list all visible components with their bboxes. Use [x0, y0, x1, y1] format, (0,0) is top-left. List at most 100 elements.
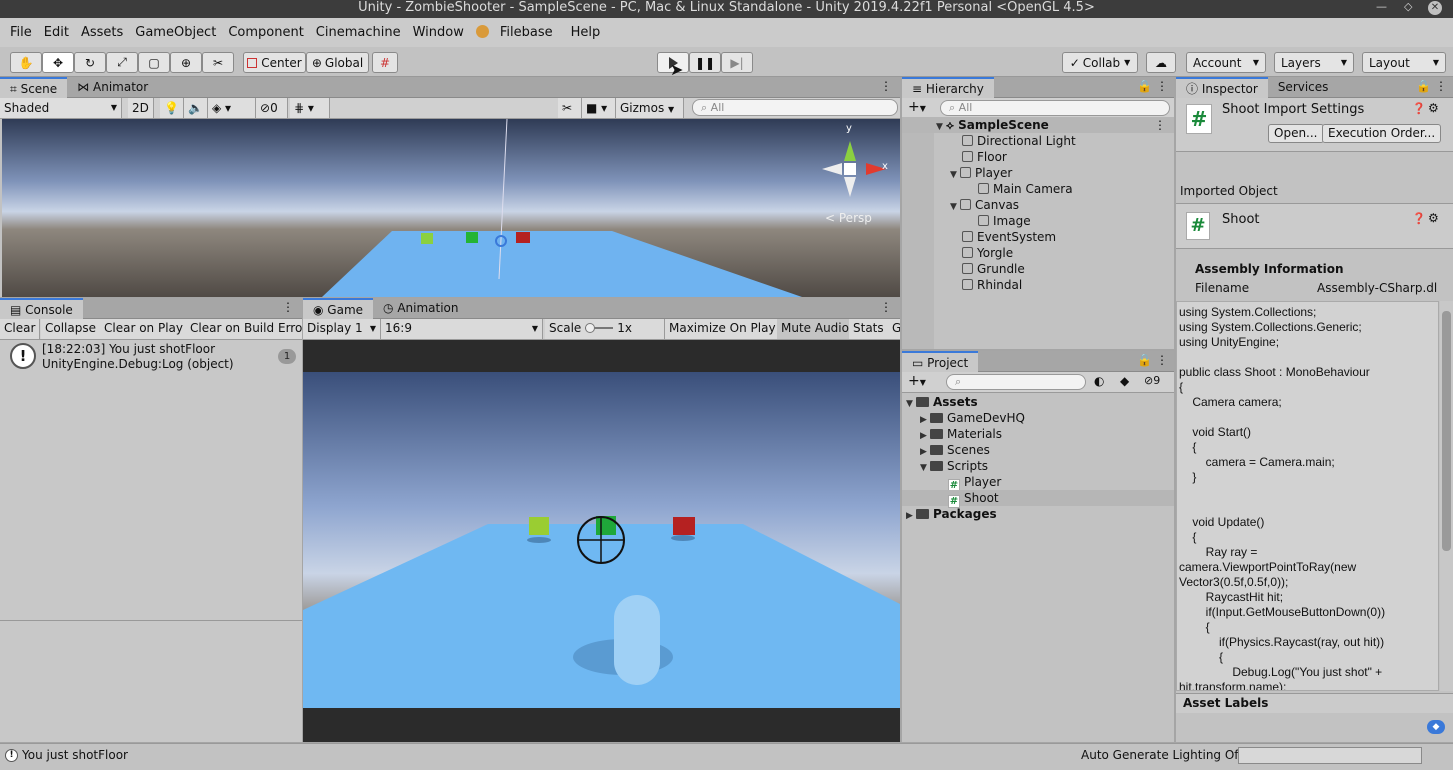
gizmos-dropdown[interactable]: Gizmos ▼: [616, 98, 684, 118]
project-item-scripts[interactable]: ▼ Scripts: [902, 458, 1174, 474]
project-item-materials[interactable]: ▶ Materials: [902, 426, 1174, 442]
console-collapse-button[interactable]: Collapse: [41, 319, 101, 339]
tab-inspector[interactable]: ⓘ Inspector: [1176, 77, 1268, 98]
help-icon[interactable]: ❓: [1412, 212, 1426, 225]
create-dropdown[interactable]: +▼: [908, 373, 926, 389]
rotate-tool-icon[interactable]: ↻: [74, 52, 106, 73]
console-log-entry[interactable]: ! [18:22:03] You just shotFloor UnityEng…: [0, 340, 302, 376]
scene-gizmo-icon[interactable]: y x: [820, 123, 890, 199]
panel-menu-icon[interactable]: ⋮: [1435, 79, 1447, 93]
hierarchy-item-rhindal[interactable]: Rhindal: [902, 277, 1174, 293]
menu-window[interactable]: Window: [407, 25, 470, 40]
hierarchy-item-image[interactable]: Image: [902, 213, 1174, 229]
menu-edit[interactable]: Edit: [38, 25, 75, 40]
panel-menu-icon[interactable]: ⋮: [880, 79, 892, 93]
hierarchy-search-input[interactable]: ⌕ All: [940, 100, 1170, 116]
menu-cinemachine[interactable]: Cinemachine: [310, 25, 407, 40]
account-dropdown[interactable]: Account ▼: [1186, 52, 1266, 73]
panel-menu-icon[interactable]: ⋮: [282, 300, 294, 314]
custom-tool-icon[interactable]: ✂: [202, 52, 234, 73]
panel-menu-icon[interactable]: ⋮: [1156, 79, 1168, 93]
tab-hierarchy[interactable]: ≡ Hierarchy: [902, 77, 994, 98]
aspect-dropdown[interactable]: 16:9 ▼: [381, 319, 543, 339]
step-button[interactable]: ▶|: [721, 52, 753, 73]
hidden-packages-toggle[interactable]: ⊘9: [1144, 374, 1160, 387]
menu-help[interactable]: Help: [565, 25, 607, 40]
hierarchy-item-canvas[interactable]: ▼ Canvas: [902, 197, 1174, 213]
tab-animation[interactable]: ◷ Animation: [373, 298, 468, 319]
menu-component[interactable]: Component: [222, 25, 309, 40]
tab-game[interactable]: ◉ Game: [303, 298, 374, 319]
pivot-center-button[interactable]: Center: [243, 52, 306, 73]
menu-filebase[interactable]: Filebase: [470, 25, 565, 40]
scene-view[interactable]: y x < Persp: [2, 119, 900, 297]
lock-icon[interactable]: 🔒: [1416, 79, 1431, 93]
scene-search-input[interactable]: ⌕ All: [692, 99, 898, 116]
script-scrollbar[interactable]: [1440, 301, 1453, 691]
effects-icon[interactable]: ◈ ▾: [208, 98, 256, 118]
scale-tool-icon[interactable]: ⤢: [106, 52, 138, 73]
mode-2d-button[interactable]: 2D: [128, 98, 154, 118]
create-dropdown[interactable]: +▼: [908, 99, 926, 115]
transform-tool-icon[interactable]: ⊕: [170, 52, 202, 73]
menu-gameobject[interactable]: GameObject: [129, 25, 222, 40]
tag-icon[interactable]: ◆: [1427, 720, 1445, 734]
tab-services[interactable]: Services: [1268, 77, 1339, 98]
project-item-scenes[interactable]: ▶ Scenes: [902, 442, 1174, 458]
hierarchy-item-floor[interactable]: Floor: [902, 149, 1174, 165]
filter-label-icon[interactable]: ◆: [1120, 374, 1129, 388]
perspective-label[interactable]: < Persp: [825, 211, 872, 225]
snap-icon[interactable]: #: [372, 52, 398, 73]
project-search-input[interactable]: ⌕: [946, 374, 1086, 390]
tab-scene[interactable]: ⌗ Scene: [0, 77, 68, 98]
display-dropdown[interactable]: Display 1 ▼: [303, 319, 381, 339]
hand-tool-icon[interactable]: ✋: [10, 52, 42, 73]
grid-icon[interactable]: ⋕ ▾: [290, 98, 330, 118]
shading-mode-dropdown[interactable]: Shaded ▼: [0, 98, 122, 118]
pause-button[interactable]: ❚❚: [689, 52, 721, 73]
status-message[interactable]: You just shotFloor: [22, 748, 128, 762]
console-clear-button[interactable]: Clear: [0, 319, 41, 339]
console-clear-on-play-button[interactable]: Clear on Play: [100, 319, 188, 339]
panel-menu-icon[interactable]: ⋮: [880, 300, 892, 314]
close-icon[interactable]: ✕: [1428, 1, 1442, 15]
panel-menu-icon[interactable]: ⋮: [1156, 353, 1168, 367]
cloud-icon[interactable]: ☁: [1146, 52, 1176, 73]
stats-button[interactable]: Stats: [849, 319, 889, 339]
lock-icon[interactable]: 🔒: [1137, 353, 1152, 367]
project-item-gamedevhq[interactable]: ▶ GameDevHQ: [902, 410, 1174, 426]
menu-file[interactable]: File: [4, 25, 38, 40]
pivot-global-button[interactable]: ⊕ Global: [306, 52, 369, 73]
move-tool-icon[interactable]: ✥: [42, 52, 74, 73]
filter-type-icon[interactable]: ◐: [1094, 374, 1104, 388]
help-icon[interactable]: ❓: [1412, 102, 1426, 115]
layout-dropdown[interactable]: Layout ▼: [1362, 52, 1446, 73]
restore-icon[interactable]: ◇: [1404, 0, 1412, 13]
layers-dropdown[interactable]: Layers ▼: [1274, 52, 1354, 73]
collab-dropdown[interactable]: ✓ Collab ▼: [1062, 52, 1138, 73]
project-item-assets[interactable]: ▼ Assets: [902, 394, 1174, 410]
audio-icon[interactable]: 🔈: [184, 98, 208, 118]
console-clear-on-build-button[interactable]: Clear on Build: [186, 319, 280, 339]
hierarchy-item-eventsystem[interactable]: EventSystem: [902, 229, 1174, 245]
hierarchy-item-yorgle[interactable]: Yorgle: [902, 245, 1174, 261]
rect-tool-icon[interactable]: ▢: [138, 52, 170, 73]
project-item-packages[interactable]: ▶ Packages: [902, 506, 1174, 522]
execution-order-button[interactable]: Execution Order...: [1322, 124, 1442, 143]
tools-icon[interactable]: ✂: [558, 98, 582, 118]
lock-icon[interactable]: 🔒: [1137, 79, 1152, 93]
scale-slider[interactable]: Scale 1x: [545, 319, 665, 339]
tab-project[interactable]: ▭ Project: [902, 351, 979, 372]
minimize-icon[interactable]: —: [1376, 0, 1387, 13]
mute-audio-button[interactable]: Mute Audio: [777, 319, 854, 339]
console-error-pause-button[interactable]: Erro: [274, 319, 302, 339]
scene-root-item[interactable]: ▼ ⟡ SampleScene ⋮: [902, 117, 1174, 133]
camera-icon[interactable]: ■ ▾: [582, 98, 616, 118]
settings-icon[interactable]: ⚙: [1428, 101, 1439, 115]
maximize-on-play-button[interactable]: Maximize On Play: [665, 319, 781, 339]
game-view[interactable]: [303, 340, 900, 742]
tab-console[interactable]: ▤ Console: [0, 298, 83, 319]
hierarchy-item-main-camera[interactable]: Main Camera: [902, 181, 1174, 197]
scale-slider-thumb[interactable]: [585, 323, 596, 333]
open-button[interactable]: Open...: [1268, 124, 1324, 143]
